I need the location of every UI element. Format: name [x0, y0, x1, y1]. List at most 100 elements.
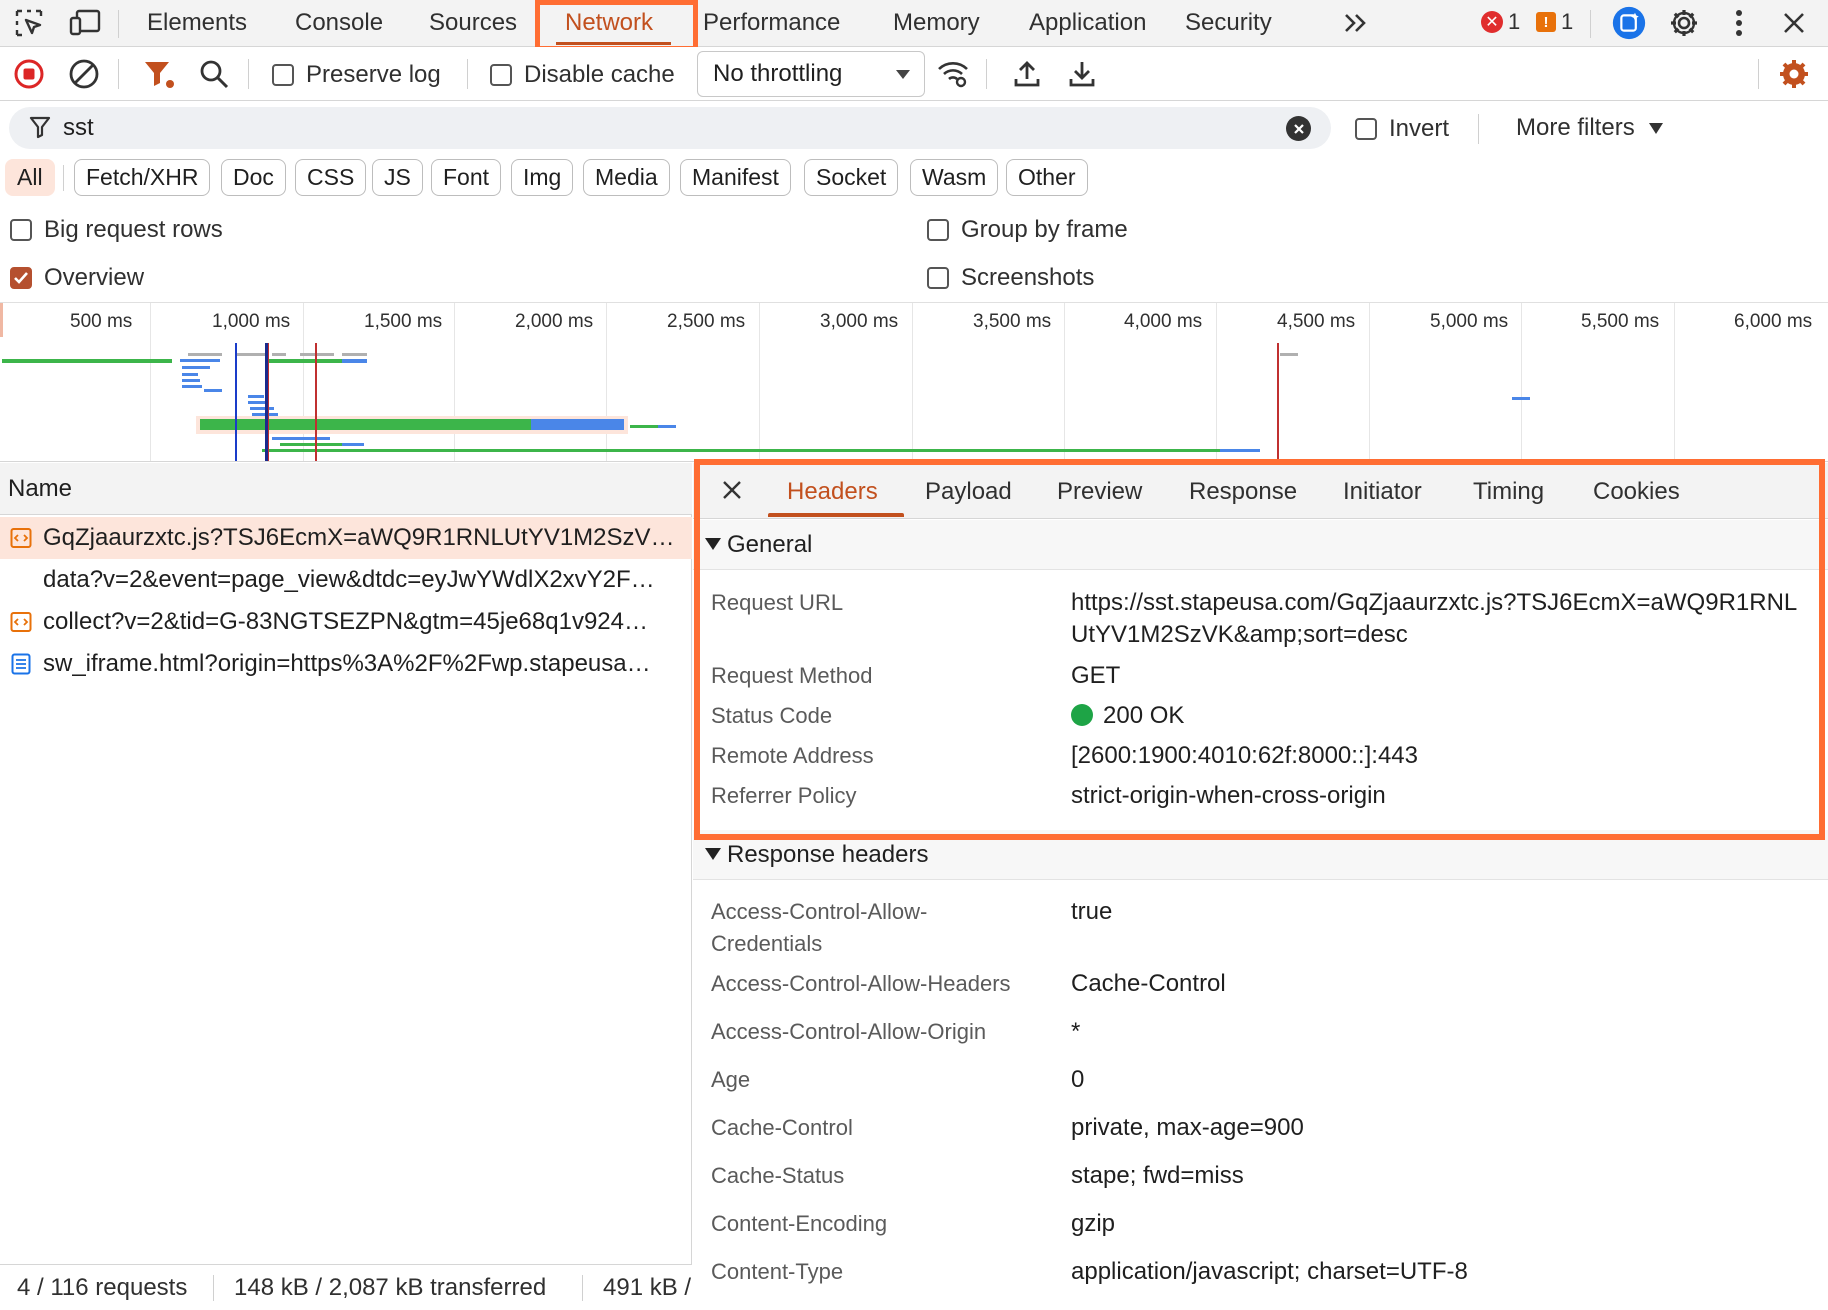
overview-checkbox[interactable]: Overview [10, 264, 144, 292]
inspect-element-icon[interactable] [12, 6, 46, 40]
transferred-size: 148 kB / 2,087 kB transferred [234, 1274, 547, 1301]
checkmark-icon [14, 272, 28, 284]
checkbox-box[interactable] [272, 64, 294, 86]
filter-row: sst Invert More filters [0, 102, 1828, 154]
overview-bar [248, 395, 264, 398]
filter-value[interactable]: sst [63, 107, 94, 149]
separator [986, 59, 987, 89]
tab-console[interactable]: Console [295, 0, 383, 46]
chip-other[interactable]: Other [1006, 159, 1088, 196]
checkbox-box[interactable] [927, 267, 949, 289]
request-row[interactable]: collect?v=2&tid=G-83NGTSEZPN&gtm=45je68q… [0, 601, 692, 643]
waterfall-bars [0, 303, 1530, 461]
overview-bar [200, 419, 531, 430]
import-har-icon[interactable] [1008, 55, 1046, 93]
checkbox-box[interactable] [1355, 118, 1377, 140]
chip-img[interactable]: Img [511, 159, 574, 196]
tab-elements[interactable]: Elements [147, 0, 247, 46]
screenshots-checkbox[interactable]: Screenshots [927, 264, 1094, 292]
request-url-value: https://sst.stapeusa.com/GqZjaaurzxtc.js… [1071, 589, 1798, 616]
network-toolbar: Preserve log Disable cache No throttling [0, 47, 1828, 101]
overview-bar [342, 359, 367, 363]
search-icon[interactable] [195, 55, 233, 93]
tab-cookies[interactable]: Cookies [1593, 463, 1680, 521]
device-toolbar-icon[interactable] [68, 6, 102, 40]
chip-js[interactable]: JS [372, 159, 423, 196]
checkbox-box[interactable] [10, 267, 32, 289]
clear-icon[interactable] [65, 55, 103, 93]
header-value: * [1071, 1018, 1081, 1045]
overview-bar [188, 353, 222, 356]
tab-preview[interactable]: Preview [1057, 463, 1142, 521]
clear-filter-icon[interactable] [1286, 116, 1311, 141]
event-line [268, 343, 269, 461]
overview-bar [182, 379, 200, 382]
separator [248, 59, 249, 89]
big-request-rows-checkbox[interactable]: Big request rows [10, 216, 223, 244]
invert-checkbox[interactable]: Invert [1355, 115, 1449, 143]
header-key-cont: Credentials [711, 931, 823, 956]
chip-manifest[interactable]: Manifest [680, 159, 791, 196]
filter-input[interactable]: sst [9, 107, 1331, 149]
tab-payload[interactable]: Payload [925, 463, 1012, 521]
network-conditions-icon[interactable] [934, 55, 972, 93]
filter-icon[interactable] [140, 55, 178, 93]
stop-recording-icon[interactable] [10, 55, 48, 93]
request-count: 4 / 116 requests [17, 1274, 188, 1301]
close-devtools-icon[interactable] [1777, 6, 1811, 40]
chip-media[interactable]: Media [583, 159, 670, 196]
tab-initiator[interactable]: Initiator [1343, 463, 1422, 521]
overview-bar [272, 437, 330, 440]
tab-application[interactable]: Application [1029, 0, 1146, 46]
header-key: Remote Address [711, 743, 874, 768]
checkbox-box[interactable] [10, 219, 32, 241]
status-bar: 4 / 116 requests 148 kB / 2,087 kB trans… [0, 1264, 692, 1310]
error-count-badge[interactable]: ✕ 1 [1481, 6, 1520, 38]
header-value: application/javascript; charset=UTF-8 [1071, 1258, 1468, 1285]
tab-timing[interactable]: Timing [1473, 463, 1544, 521]
header-key: Referrer Policy [711, 783, 857, 808]
ai-assistance-icon[interactable] [1612, 6, 1646, 40]
chip-font[interactable]: Font [431, 159, 502, 196]
chip-wasm[interactable]: Wasm [910, 159, 999, 196]
network-overview[interactable]: 500 ms 1,000 ms 1,500 ms 2,000 ms 2,500 … [0, 302, 1828, 462]
overview-bar [267, 359, 347, 363]
request-row[interactable]: data?v=2&event=page_view&dtdc=eyJwYWdlX2… [0, 559, 692, 601]
tab-response[interactable]: Response [1189, 463, 1297, 521]
chip-socket[interactable]: Socket [804, 159, 899, 196]
chip-fetch-xhr[interactable]: Fetch/XHR [74, 159, 211, 196]
group-by-frame-checkbox[interactable]: Group by frame [927, 216, 1128, 244]
name-column-header[interactable]: Name [0, 463, 692, 515]
chip-doc[interactable]: Doc [221, 159, 286, 196]
customize-menu-icon[interactable] [1722, 6, 1756, 40]
request-row[interactable]: sw_iframe.html?origin=https%3A%2F%2Fwp.s… [0, 643, 692, 685]
network-settings-gear-icon[interactable] [1775, 55, 1813, 93]
request-name: data?v=2&event=page_view&dtdc=eyJwYWdlX2… [43, 566, 655, 593]
throttling-select[interactable]: No throttling [697, 51, 925, 97]
checkbox-box[interactable] [490, 64, 512, 86]
resources-size: 491 kB / [603, 1274, 692, 1301]
export-har-icon[interactable] [1063, 55, 1101, 93]
tab-memory[interactable]: Memory [893, 0, 980, 46]
devtools-tab-bar: Elements Console Sources Network Perform… [0, 0, 1828, 51]
header-key: Content-Type [711, 1259, 844, 1284]
tab-security[interactable]: Security [1185, 0, 1272, 46]
chip-all[interactable]: All [5, 159, 55, 196]
settings-gear-icon[interactable] [1667, 6, 1701, 40]
general-section-header[interactable]: General [693, 520, 1828, 570]
more-filters-dropdown[interactable]: More filters [1516, 102, 1663, 154]
disable-cache-checkbox[interactable]: Disable cache [490, 61, 675, 89]
checkbox-box[interactable] [927, 219, 949, 241]
header-value: true [1071, 898, 1113, 925]
preserve-log-checkbox[interactable]: Preserve log [272, 61, 441, 89]
more-tabs-icon[interactable] [1339, 6, 1373, 40]
funnel-icon [29, 115, 51, 144]
request-row[interactable]: GqZjaaurzxtc.js?TSJ6EcmX=aWQ9R1RNLUtYV1M… [0, 517, 692, 559]
chip-css[interactable]: CSS [295, 159, 367, 196]
response-headers-section-header[interactable]: Response headers [693, 830, 1828, 880]
warning-count-badge[interactable]: ! 1 [1536, 6, 1573, 38]
close-details-icon[interactable] [721, 479, 743, 506]
overview-bar [531, 419, 624, 430]
tab-sources[interactable]: Sources [429, 0, 517, 46]
tab-performance[interactable]: Performance [703, 0, 840, 46]
